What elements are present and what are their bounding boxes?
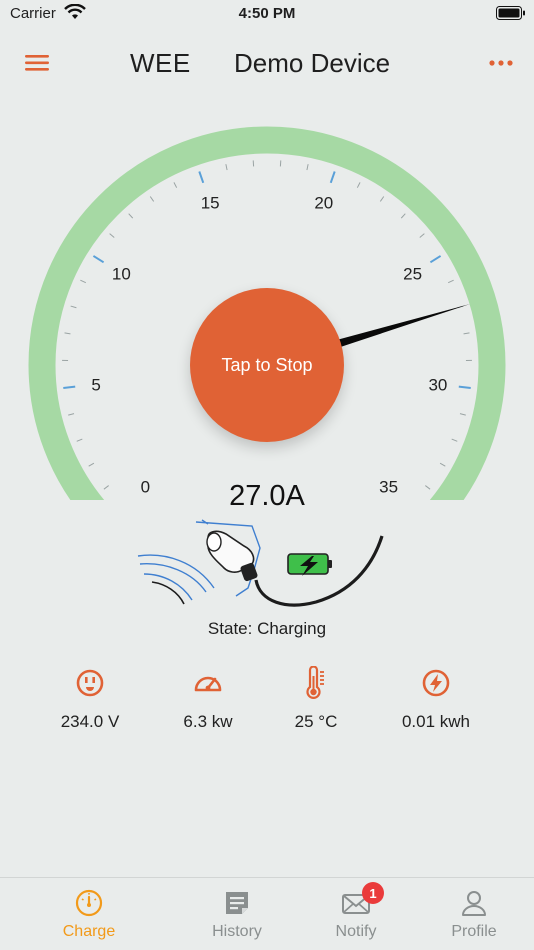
gauge-tick-label: 5: [91, 375, 100, 394]
gauge-tick-label: 30: [428, 375, 447, 394]
gauge-major-tick: [63, 385, 76, 389]
metrics-row: 234.0 V 6.3 kw 25 °C 0.01 kwh: [0, 666, 534, 746]
gauge-minor-tick: [64, 332, 71, 335]
gauge-minor-tick: [70, 305, 77, 309]
metric-energy: 0.01 kwh: [376, 666, 496, 732]
gauge-minor-tick: [463, 332, 470, 335]
tab-history[interactable]: History: [177, 888, 297, 941]
tab-profile-label: Profile: [451, 923, 497, 940]
tab-charge[interactable]: Charge: [29, 888, 149, 941]
gauge-minor-tick: [80, 279, 87, 284]
gauge-major-tick: [329, 171, 336, 184]
gauge-minor-tick: [306, 164, 309, 171]
gauge-minor-tick: [400, 213, 406, 219]
gauge-minor-tick: [451, 438, 458, 442]
nav-bar: WEE Demo Device: [0, 38, 534, 88]
gauge-minor-tick: [109, 233, 115, 238]
status-time: 4:50 PM: [238, 5, 296, 22]
charge-gauge-icon: [75, 889, 103, 917]
current-reading: 27.0A: [229, 480, 305, 512]
metric-voltage-value: 234.0 V: [60, 712, 120, 731]
history-note-icon: [226, 892, 248, 914]
gauge-major-tick: [429, 255, 442, 264]
tab-charge-label: Charge: [62, 923, 116, 940]
gauge-minor-tick: [439, 462, 446, 467]
gauge-minor-tick: [225, 164, 228, 171]
metric-power-value: 6.3 kw: [183, 712, 233, 731]
gauge-minor-tick: [356, 182, 361, 188]
gauge-major-tick: [92, 255, 105, 264]
gauge-minor-tick: [459, 413, 466, 416]
thermometer-icon: [306, 666, 324, 699]
tab-bar: Charge History 1 Notify Profile: [0, 877, 534, 950]
tab-profile[interactable]: Profile: [414, 888, 534, 941]
device-name[interactable]: Demo Device: [234, 48, 390, 79]
more-dots-icon[interactable]: [486, 50, 516, 76]
metric-temperature: 25 °C: [256, 666, 376, 732]
speedometer-icon: [194, 676, 222, 692]
gauge-minor-tick: [149, 196, 155, 202]
metric-energy-value: 0.01 kwh: [401, 712, 471, 731]
gauge-minor-tick: [76, 438, 83, 442]
tab-notify[interactable]: 1 Notify: [296, 882, 416, 941]
charging-state: State: Charging: [207, 619, 327, 638]
charging-plug-icon: [137, 519, 384, 607]
metric-voltage: 234.0 V: [30, 666, 150, 732]
gauge-minor-tick: [68, 413, 75, 416]
gauge-tick-label: 20: [314, 194, 333, 213]
app-name: WEE: [130, 48, 191, 78]
gauge-major-tick: [458, 385, 471, 389]
status-bar: Carrier 4:50 PM: [0, 0, 534, 30]
gauge-minor-tick: [419, 233, 425, 238]
tap-to-stop-button[interactable]: Tap to Stop: [190, 288, 344, 442]
gauge-major-tick: [198, 171, 205, 184]
gauge-tick-label: 25: [403, 264, 422, 283]
gauge-minor-tick: [379, 196, 385, 202]
gauge-minor-tick: [173, 182, 178, 188]
gauge-tick-label: 15: [201, 194, 220, 213]
outlet-icon: [76, 669, 104, 697]
lightning-icon: [422, 669, 450, 697]
person-icon: [462, 891, 486, 916]
gauge-minor-tick: [128, 213, 134, 219]
battery-icon: [496, 6, 525, 20]
notification-badge: 1: [362, 882, 384, 904]
battery-charging-icon: [287, 553, 332, 576]
gauge-minor-tick: [88, 462, 95, 467]
metric-power: 6.3 kw: [148, 666, 268, 732]
tab-notify-label: Notify: [335, 923, 377, 940]
metric-temperature-value: 25 °C: [294, 712, 338, 731]
stop-button-label: Tap to Stop: [221, 354, 313, 375]
tab-history-label: History: [212, 923, 262, 940]
hamburger-menu-icon[interactable]: [22, 48, 52, 78]
gauge-tick-label: 10: [112, 264, 131, 283]
gauge-minor-tick: [447, 279, 454, 284]
